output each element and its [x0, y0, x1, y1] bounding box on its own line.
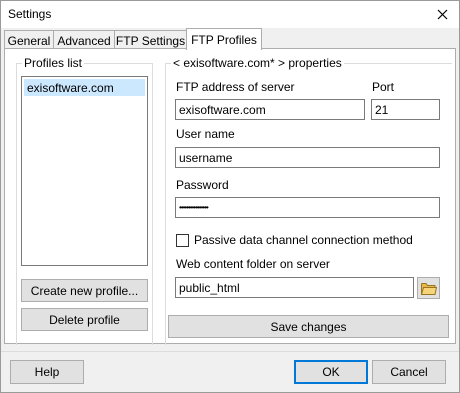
tab-ftp-settings[interactable]: FTP Settings — [114, 30, 187, 49]
passive-checkbox[interactable] — [176, 234, 189, 247]
close-button[interactable] — [425, 1, 459, 27]
ftp-address-label: FTP address of server — [176, 80, 295, 94]
password-label: Password — [176, 178, 229, 192]
window-title: Settings — [8, 7, 52, 21]
port-field[interactable]: 21 — [371, 99, 440, 120]
ftp-profiles-panel: Profiles list exisoftware.com Create new… — [4, 48, 456, 345]
username-label: User name — [176, 127, 235, 141]
tab-advanced[interactable]: Advanced — [53, 30, 115, 49]
tab-ftp-profiles[interactable]: FTP Profiles — [186, 28, 262, 50]
web-folder-field[interactable]: public_html — [175, 277, 414, 298]
web-folder-label: Web content folder on server — [176, 257, 330, 271]
save-changes-button[interactable]: Save changes — [168, 315, 449, 338]
browse-folder-button[interactable] — [417, 277, 440, 299]
port-label: Port — [372, 80, 395, 94]
tab-general[interactable]: General — [4, 30, 54, 49]
profiles-listbox[interactable]: exisoftware.com — [21, 76, 148, 266]
profiles-group: Profiles list exisoftware.com Create new… — [16, 56, 153, 345]
cancel-button[interactable]: Cancel — [372, 360, 446, 384]
delete-profile-button[interactable]: Delete profile — [21, 308, 148, 331]
properties-group: < exisoftware.com* > properties FTP addr… — [165, 56, 452, 345]
list-item[interactable]: exisoftware.com — [24, 79, 145, 96]
close-icon — [437, 9, 447, 19]
profiles-group-label: Profiles list — [22, 56, 85, 70]
help-button[interactable]: Help — [10, 360, 84, 384]
title-bar: Settings — [1, 1, 459, 28]
footer-divider — [1, 351, 459, 352]
ok-button[interactable]: OK — [294, 360, 368, 384]
ftp-address-field[interactable]: exisoftware.com — [175, 99, 365, 120]
create-profile-button[interactable]: Create new profile... — [21, 279, 148, 302]
password-field[interactable]: •••••••••••••••• — [175, 197, 440, 218]
properties-group-label: < exisoftware.com* > properties — [171, 56, 344, 70]
folder-icon — [420, 282, 437, 295]
username-field[interactable]: username — [175, 147, 440, 168]
passive-label[interactable]: Passive data channel connection method — [194, 233, 413, 247]
settings-window: Settings General Advanced FTP Settings F… — [0, 0, 460, 393]
